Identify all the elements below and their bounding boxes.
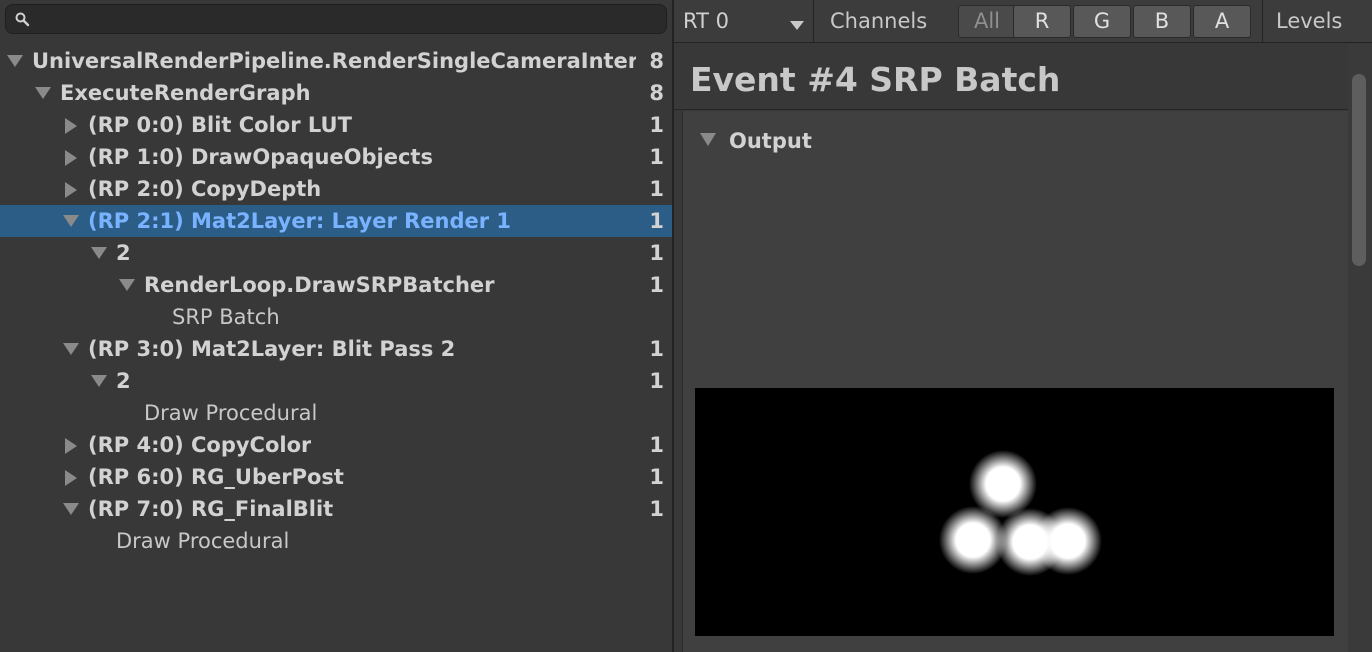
chevron-right-icon[interactable] [62, 173, 80, 205]
tree-row-count: 1 [649, 113, 664, 137]
channel-r-button[interactable]: R [1013, 5, 1071, 38]
channel-b-button[interactable]: B [1133, 5, 1191, 38]
tree-row-label: RenderLoop.DrawSRPBatcher [144, 273, 495, 297]
tree-row[interactable]: UniversalRenderPipeline.RenderSingleCame… [0, 45, 672, 77]
tree-row-label: (RP 4:0) CopyColor [88, 433, 312, 457]
tree-row-label: (RP 0:0) Blit Color LUT [88, 113, 352, 137]
event-tree: UniversalRenderPipeline.RenderSingleCame… [0, 45, 672, 557]
chevron-down-icon[interactable] [90, 365, 108, 397]
scrollbar-thumb[interactable] [1352, 74, 1366, 266]
render-target-preview[interactable] [695, 388, 1334, 636]
toolbar-divider [1262, 0, 1263, 42]
tree-row[interactable]: Draw Procedural [0, 397, 672, 429]
vertical-scrollbar[interactable] [1348, 44, 1372, 652]
chevron-down-icon[interactable] [62, 205, 80, 237]
tree-row-count: 1 [649, 241, 664, 265]
tree-row-count: 1 [649, 465, 664, 489]
search-box[interactable] [5, 4, 667, 34]
chevron-down-icon [790, 16, 804, 35]
tree-row[interactable]: (RP 0:0) Blit Color LUT 1 [0, 109, 672, 141]
preview-image [939, 450, 1102, 576]
tree-row-count: 1 [649, 497, 664, 521]
tree-row-label: 2 [116, 241, 131, 265]
chevron-down-icon[interactable] [34, 77, 52, 109]
tree-row-label: (RP 2:1) Mat2Layer: Layer Render 1 [88, 209, 512, 233]
tree-row[interactable]: (RP 2:1) Mat2Layer: Layer Render 1 1 [0, 205, 672, 237]
tree-row[interactable]: (RP 1:0) DrawOpaqueObjects 1 [0, 141, 672, 173]
tree-row-label: (RP 3:0) Mat2Layer: Blit Pass 2 [88, 337, 456, 361]
render-target-dropdown[interactable]: RT 0 [674, 0, 814, 42]
tree-row[interactable]: 21 [0, 237, 672, 269]
tree-row-count: 1 [649, 369, 664, 393]
chevron-right-icon[interactable] [62, 109, 80, 141]
render-target-value: RT 0 [683, 9, 729, 33]
chevron-down-icon[interactable] [118, 269, 136, 301]
channel-a-button[interactable]: A [1193, 5, 1251, 38]
channels-label: Channels [830, 9, 928, 33]
tree-row[interactable]: SRP Batch [0, 301, 672, 333]
tree-row-label: (RP 2:0) CopyDepth [88, 177, 322, 201]
search-input[interactable] [34, 7, 654, 31]
chevron-down-icon[interactable] [62, 493, 80, 525]
tree-row[interactable]: (RP 3:0) Mat2Layer: Blit Pass 2 1 [0, 333, 672, 365]
search-icon [14, 11, 30, 27]
tree-row-count: 8 [649, 81, 664, 105]
channel-all-button[interactable]: All [958, 5, 1016, 38]
chevron-down-icon[interactable] [6, 45, 24, 77]
chevron-right-icon[interactable] [62, 429, 80, 461]
output-section: Output [682, 111, 1348, 652]
tree-row-label: ExecuteRenderGraph [60, 81, 311, 105]
tree-row-count: 1 [649, 433, 664, 457]
tree-row-label: (RP 1:0) DrawOpaqueObjects [88, 145, 433, 169]
tree-row-label: SRP Batch [172, 305, 280, 329]
tree-row-label: Draw Procedural [144, 401, 318, 425]
tree-row-count: 1 [649, 177, 664, 201]
output-label: Output [729, 129, 812, 153]
tree-row-count: 8 [649, 49, 664, 73]
event-header: Event #4 SRP Batch [674, 44, 1348, 110]
chevron-right-icon[interactable] [62, 461, 80, 493]
tree-row-count: 1 [649, 337, 664, 361]
channel-g-button[interactable]: G [1073, 5, 1131, 38]
tree-row[interactable]: (RP 7:0) RG_FinalBlit 1 [0, 493, 672, 525]
tree-row[interactable]: (RP 6:0) RG_UberPost 1 [0, 461, 672, 493]
tree-row-count: 1 [649, 209, 664, 233]
output-foldout[interactable]: Output [699, 127, 839, 155]
chevron-down-icon [700, 133, 716, 146]
levels-label: Levels [1276, 9, 1343, 33]
tree-row[interactable]: Draw Procedural [0, 525, 672, 557]
tree-row-count: 1 [649, 145, 664, 169]
event-title: Event #4 SRP Batch [690, 60, 1061, 99]
chevron-down-icon[interactable] [62, 333, 80, 365]
tree-row[interactable]: 21 [0, 365, 672, 397]
chevron-down-icon[interactable] [90, 237, 108, 269]
tree-row-label: UniversalRenderPipeline.RenderSingleCame… [32, 49, 636, 73]
tree-row[interactable]: ExecuteRenderGraph 8 [0, 77, 672, 109]
event-hierarchy-panel: UniversalRenderPipeline.RenderSingleCame… [0, 0, 672, 652]
event-detail-panel: RT 0 Channels All R G B A Levels Event #… [674, 0, 1372, 652]
tree-row[interactable]: (RP 4:0) CopyColor 1 [0, 429, 672, 461]
render-target-toolbar: RT 0 Channels All R G B A Levels [674, 0, 1372, 43]
tree-row[interactable]: (RP 2:0) CopyDepth 1 [0, 173, 672, 205]
tree-row-label: (RP 6:0) RG_UberPost [88, 465, 344, 489]
tree-row-label: 2 [116, 369, 131, 393]
tree-row-label: Draw Procedural [116, 529, 290, 553]
tree-row-count: 1 [649, 273, 664, 297]
chevron-right-icon[interactable] [62, 141, 80, 173]
tree-row[interactable]: RenderLoop.DrawSRPBatcher 1 [0, 269, 672, 301]
tree-row-label: (RP 7:0) RG_FinalBlit [88, 497, 334, 521]
